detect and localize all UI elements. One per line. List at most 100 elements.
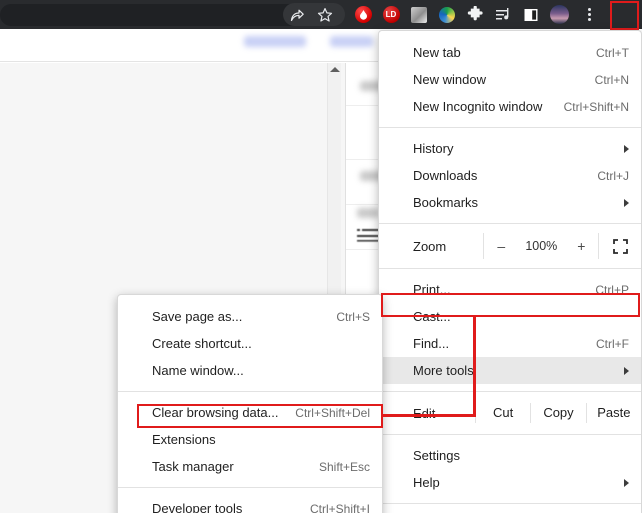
menu-item-history[interactable]: History [379,135,641,162]
menu-item-label: Developer tools [152,501,243,513]
blurred-link-2 [330,36,373,47]
menu-item-new-window[interactable]: New window Ctrl+N [379,66,641,93]
menu-item-accelerator: Ctrl+F [596,336,629,351]
menu-item-accelerator: Shift+Esc [318,459,370,474]
menu-item-print[interactable]: Print... Ctrl+P [379,276,641,303]
menu-item-label: New tab [413,45,461,60]
extension-red-circle-glyph [354,6,372,23]
menu-separator [118,391,382,392]
extension-red-circle-icon[interactable] [350,2,376,28]
menu-row-edit: Edit Cut Copy Paste [379,399,641,427]
side-panel-icon[interactable] [518,2,544,28]
extension-ld-icon[interactable]: LD [378,2,404,28]
menu-item-bookmarks[interactable]: Bookmarks [379,189,641,216]
menu-item-new-incognito-window[interactable]: New Incognito window Ctrl+Shift+N [379,93,641,120]
avatar [549,5,569,24]
media-playlist-icon[interactable] [490,2,516,28]
chevron-right-icon [624,144,629,153]
menu-item-label: Help [413,475,440,490]
submenu-item-create-shortcut[interactable]: Create shortcut... [118,330,382,357]
menu-item-accelerator: Ctrl+Shift+Del [295,405,370,420]
profile-avatar-icon[interactable] [546,2,572,28]
blurred-text-3 [357,208,379,218]
submenu-item-clear-browsing-data[interactable]: Clear browsing data... Ctrl+Shift+Del [118,399,382,426]
extension-globe-icon[interactable] [434,2,460,28]
zoom-controls: – 100% + [483,233,598,259]
menu-item-accelerator: Ctrl+J [597,168,629,183]
menu-item-label: Name window... [152,363,244,378]
menu-item-label: Extensions [152,432,216,447]
chevron-right-icon [624,198,629,207]
menu-item-accelerator: Ctrl+N [594,72,629,87]
zoom-label: Zoom [413,238,447,254]
extension-gray-square-glyph [411,6,427,23]
share-icon[interactable] [284,2,310,28]
menu-item-label: Create shortcut... [152,336,252,351]
menu-item-label: Settings [413,448,460,463]
menu-item-label: Print... [413,282,451,297]
zoom-level-value: 100% [525,239,558,253]
kebab-glyph [587,8,591,21]
menu-item-label: Downloads [413,168,478,183]
submenu-item-save-page-as[interactable]: Save page as... Ctrl+S [118,303,382,330]
menu-item-label: More tools [413,363,474,378]
extensions-puzzle-icon[interactable] [462,2,488,28]
submenu-item-name-window[interactable]: Name window... [118,357,382,384]
menu-item-find[interactable]: Find... Ctrl+F [379,330,641,357]
menu-item-accelerator: Ctrl+Shift+I [309,501,370,513]
annotation-box-kebab [610,1,639,30]
menu-item-settings[interactable]: Settings [379,442,641,469]
edit-label: Edit [413,405,436,421]
menu-separator [379,503,641,504]
submenu-item-task-manager[interactable]: Task manager Shift+Esc [118,453,382,480]
screenshot-root: LD New tab Ctrl+T New window Ctrl+N New … [0,0,642,513]
chrome-main-menu: New tab Ctrl+T New window Ctrl+N New Inc… [378,30,642,513]
menu-separator [379,268,641,269]
submenu-item-extensions[interactable]: Extensions [118,426,382,453]
menu-item-cast[interactable]: Cast... [379,303,641,330]
menu-separator [379,391,641,392]
menu-item-label: New Incognito window [413,99,543,114]
menu-item-label: Save page as... [152,309,243,324]
edit-copy-button[interactable]: Copy [530,403,585,423]
chrome-menu-kebab-icon[interactable] [576,2,602,28]
menu-item-downloads[interactable]: Downloads Ctrl+J [379,162,641,189]
chevron-right-icon [624,478,629,487]
menu-separator [379,223,641,224]
menu-item-label: Cast... [413,309,451,324]
browser-toolbar: LD [0,0,642,30]
toolbar-icon-group: LD [284,0,602,29]
menu-item-label: Clear browsing data... [152,405,279,420]
menu-item-help[interactable]: Help [379,469,641,496]
zoom-out-button[interactable]: – [484,238,518,254]
menu-item-accelerator: Ctrl+Shift+N [563,99,629,114]
fullscreen-icon[interactable] [598,233,641,259]
scroll-up-arrow-icon[interactable] [330,67,340,72]
menu-row-zoom: Zoom – 100% + [379,231,641,261]
menu-item-label: History [413,141,454,156]
menu-separator [379,434,641,435]
menu-item-accelerator: Ctrl+P [595,282,629,297]
more-tools-submenu: Save page as... Ctrl+S Create shortcut..… [117,294,383,513]
bookmark-star-icon[interactable] [312,2,338,28]
menu-item-label: New window [413,72,486,87]
chevron-right-icon [624,366,629,375]
extension-gray-square-icon[interactable] [406,2,432,28]
submenu-item-developer-tools[interactable]: Developer tools Ctrl+Shift+I [118,495,382,513]
menu-item-more-tools[interactable]: More tools [379,357,641,384]
menu-separator [379,127,641,128]
menu-item-new-tab[interactable]: New tab Ctrl+T [379,39,641,66]
menu-separator [118,487,382,488]
menu-item-accelerator: Ctrl+S [336,309,370,324]
menu-item-accelerator: Ctrl+T [596,45,629,60]
edit-cut-button[interactable]: Cut [475,403,530,423]
address-bar[interactable] [0,4,330,26]
blurred-link-1 [244,36,306,47]
menu-item-label: Task manager [152,459,234,474]
zoom-in-button[interactable]: + [564,238,598,254]
menu-item-label: Find... [413,336,450,351]
extension-ld-glyph: LD [382,6,400,23]
extension-globe-glyph [439,6,455,23]
menu-item-label: Bookmarks [413,195,479,210]
edit-paste-button[interactable]: Paste [585,403,641,423]
